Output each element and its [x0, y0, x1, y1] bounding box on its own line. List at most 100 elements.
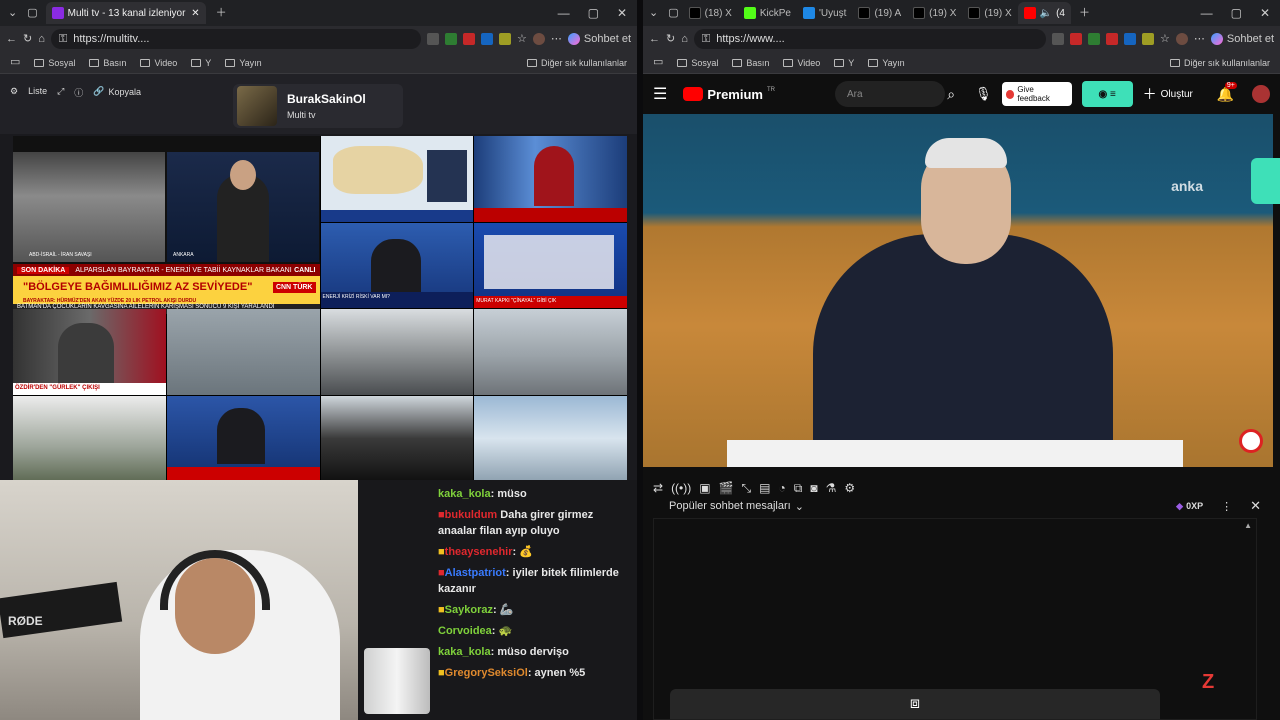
workspaces-icon[interactable]: ▢ — [668, 7, 678, 19]
create-button[interactable]: ＋ Oluştur — [1143, 84, 1193, 104]
list-button[interactable]: Liste — [28, 86, 47, 96]
bookmark-other[interactable]: Diğer sık kullanılanlar — [526, 58, 627, 68]
broadcast-icon[interactable]: ((•)) — [671, 481, 691, 495]
channel-cell-sky[interactable] — [474, 395, 627, 481]
extension-icon[interactable] — [499, 33, 512, 45]
chat-username[interactable]: theaysenehir — [445, 546, 513, 558]
channel-cell-cnn[interactable]: ABD-İSRAİL - İRAN SAVAŞI ANKARA SON DAKİ… — [13, 136, 320, 314]
bookmark-sosyal[interactable]: Sosyal — [677, 58, 718, 68]
search-box[interactable]: Ara — [834, 81, 946, 107]
minimize-icon[interactable]: — — [1201, 6, 1213, 20]
bookmark-video[interactable]: Video — [783, 58, 820, 68]
close-tab-icon[interactable]: ✕ — [191, 8, 199, 19]
give-feedback-button[interactable]: Give feedback — [1001, 82, 1072, 106]
address-bar[interactable]: ⚿ https://multitv.... — [50, 29, 422, 49]
bookmark-other[interactable]: Diğer sık kullanılanlar — [1169, 58, 1270, 68]
bookmark-yayin[interactable]: Yayın — [225, 58, 262, 68]
extension-icon[interactable] — [1142, 33, 1155, 45]
site-info-icon[interactable]: ⚿ — [702, 33, 710, 46]
audio-icon[interactable]: 🔈 — [1040, 8, 1052, 19]
bookmark-sosyal[interactable]: Sosyal — [34, 58, 75, 68]
bookmark-basin[interactable]: Basın — [732, 58, 769, 68]
film-icon[interactable]: ▤ — [759, 481, 770, 495]
channel-cell-panel[interactable]: MURAT KAPKI "ÇİNAYAL" GİBİ ÇIK — [474, 222, 627, 308]
copilot-chat-button[interactable]: Sohbet et — [1210, 33, 1274, 45]
close-icon[interactable]: ✕ — [1250, 498, 1261, 514]
tab-multitv[interactable]: Multi tv - 13 kanal izleniyor ✕ — [45, 2, 206, 24]
more-icon[interactable]: ⋯ — [1194, 33, 1205, 45]
channel-cell-cams[interactable] — [166, 309, 320, 395]
extension-icon[interactable] — [1124, 33, 1137, 45]
channel-cell-ozdir[interactable]: ÖZDİR'DEN "GÜRLEK" ÇIKIŞI — [13, 309, 166, 395]
flask-icon[interactable]: ⚗ — [826, 481, 837, 495]
fullscreen-button[interactable]: ⤢ — [57, 86, 64, 97]
tab-x-1[interactable]: (18) X — [683, 2, 738, 24]
chat-username[interactable]: Alastpatriot — [445, 567, 506, 579]
channel-cell-studio-woman[interactable] — [474, 136, 627, 222]
new-tab-icon[interactable]: ＋ — [1079, 7, 1090, 19]
camera-icon[interactable]: ▣ — [699, 481, 710, 495]
scroll-up-icon[interactable]: ▲ — [1244, 521, 1252, 530]
extension-icon[interactable] — [1052, 33, 1065, 45]
refresh-icon[interactable]: ↻ — [23, 33, 32, 45]
channel-cell-night[interactable] — [320, 395, 474, 481]
avatar[interactable] — [532, 33, 545, 45]
copilot-chat-button[interactable]: Sohbet et — [567, 33, 631, 45]
extension-toggle-button[interactable]: ◉ ≡ — [1081, 81, 1133, 107]
tab-list-icon[interactable]: ⌄ — [8, 7, 17, 19]
workspaces-icon[interactable]: ▢ — [27, 7, 37, 19]
channel-cell-studio2[interactable] — [166, 395, 320, 481]
xp-badge[interactable]: ◆ 0XP — [1176, 501, 1203, 512]
tab-x-4[interactable]: (19) X — [962, 2, 1017, 24]
minimize-icon[interactable]: — — [558, 6, 570, 20]
chat-username[interactable]: bukuldum — [445, 509, 498, 521]
channel-cell-city2[interactable] — [474, 309, 627, 395]
settings-button[interactable]: ⚙ — [10, 86, 18, 97]
tab-x-2[interactable]: (19) A — [852, 2, 907, 24]
close-window-icon[interactable]: ✕ — [1260, 6, 1270, 20]
chat-input-bar[interactable]: ⧈ — [670, 689, 1160, 719]
tab-kick[interactable]: KickPe — [738, 2, 797, 24]
chat-username[interactable]: kaka_kola — [438, 646, 491, 658]
clip-icon[interactable]: ⧈ — [910, 695, 920, 713]
maximize-icon[interactable]: ▢ — [588, 6, 599, 20]
extension-icon[interactable] — [427, 33, 440, 45]
tab-x-3[interactable]: (19) X — [907, 2, 962, 24]
extension-icon[interactable] — [1088, 33, 1101, 45]
tab-news[interactable]: 'Uyuşt — [797, 2, 852, 24]
speed-icon[interactable]: ◔ — [779, 481, 786, 495]
new-tab-icon[interactable]: ＋ — [216, 7, 227, 19]
extension-icon[interactable] — [1106, 33, 1119, 45]
tab-list-icon[interactable]: ⌄ — [649, 7, 658, 19]
chat-mode-dropdown[interactable]: Popüler sohbet mesajları ⌄ — [669, 500, 804, 513]
channel-cell-studio-man[interactable]: ENERJİ KRİZİ RİSKİ VAR MI? — [320, 222, 474, 308]
channel-profile[interactable]: BurakSakinOl Multi tv — [233, 84, 403, 128]
bookmark-yayin[interactable]: Yayın — [868, 58, 905, 68]
channel-cell-map[interactable] — [320, 136, 474, 222]
favorites-icon[interactable]: ☆ — [1160, 33, 1170, 45]
notifications-button[interactable]: 🔔 9+ — [1217, 81, 1237, 103]
channel-cell-cams2[interactable] — [13, 395, 166, 481]
extension-icon[interactable] — [463, 33, 476, 45]
bookmark-y[interactable]: Y — [834, 58, 854, 68]
refresh-icon[interactable]: ↻ — [666, 33, 675, 45]
mic-icon[interactable]: 🎙 — [975, 86, 992, 102]
copy-button[interactable]: 🔗 Kopyala — [93, 86, 141, 97]
bookmark-y[interactable]: Y — [191, 58, 211, 68]
youtube-logo[interactable]: Premium TR — [683, 87, 775, 102]
extension-icon[interactable] — [1070, 33, 1083, 45]
chat-username[interactable]: Saykoraz — [445, 604, 493, 616]
clapper-icon[interactable]: 🎬 — [719, 481, 734, 495]
video-player[interactable]: anka — [643, 114, 1280, 467]
home-icon[interactable]: ⌂ — [681, 33, 688, 45]
home-icon[interactable]: ⌂ — [38, 33, 45, 45]
channel-cell-city1[interactable] — [320, 309, 474, 395]
search-icon[interactable]: ⌕ — [947, 86, 955, 103]
chat-username[interactable]: GregorySeksiOl — [445, 667, 528, 679]
site-info-icon[interactable]: ⚿ — [59, 33, 67, 46]
bookmark-basin[interactable]: Basın — [89, 58, 126, 68]
close-window-icon[interactable]: ✕ — [617, 6, 627, 20]
back-icon[interactable]: ← — [6, 33, 17, 45]
chat-username[interactable]: kaka_kola — [438, 488, 491, 500]
chat-username[interactable]: Corvoidea — [438, 625, 492, 637]
